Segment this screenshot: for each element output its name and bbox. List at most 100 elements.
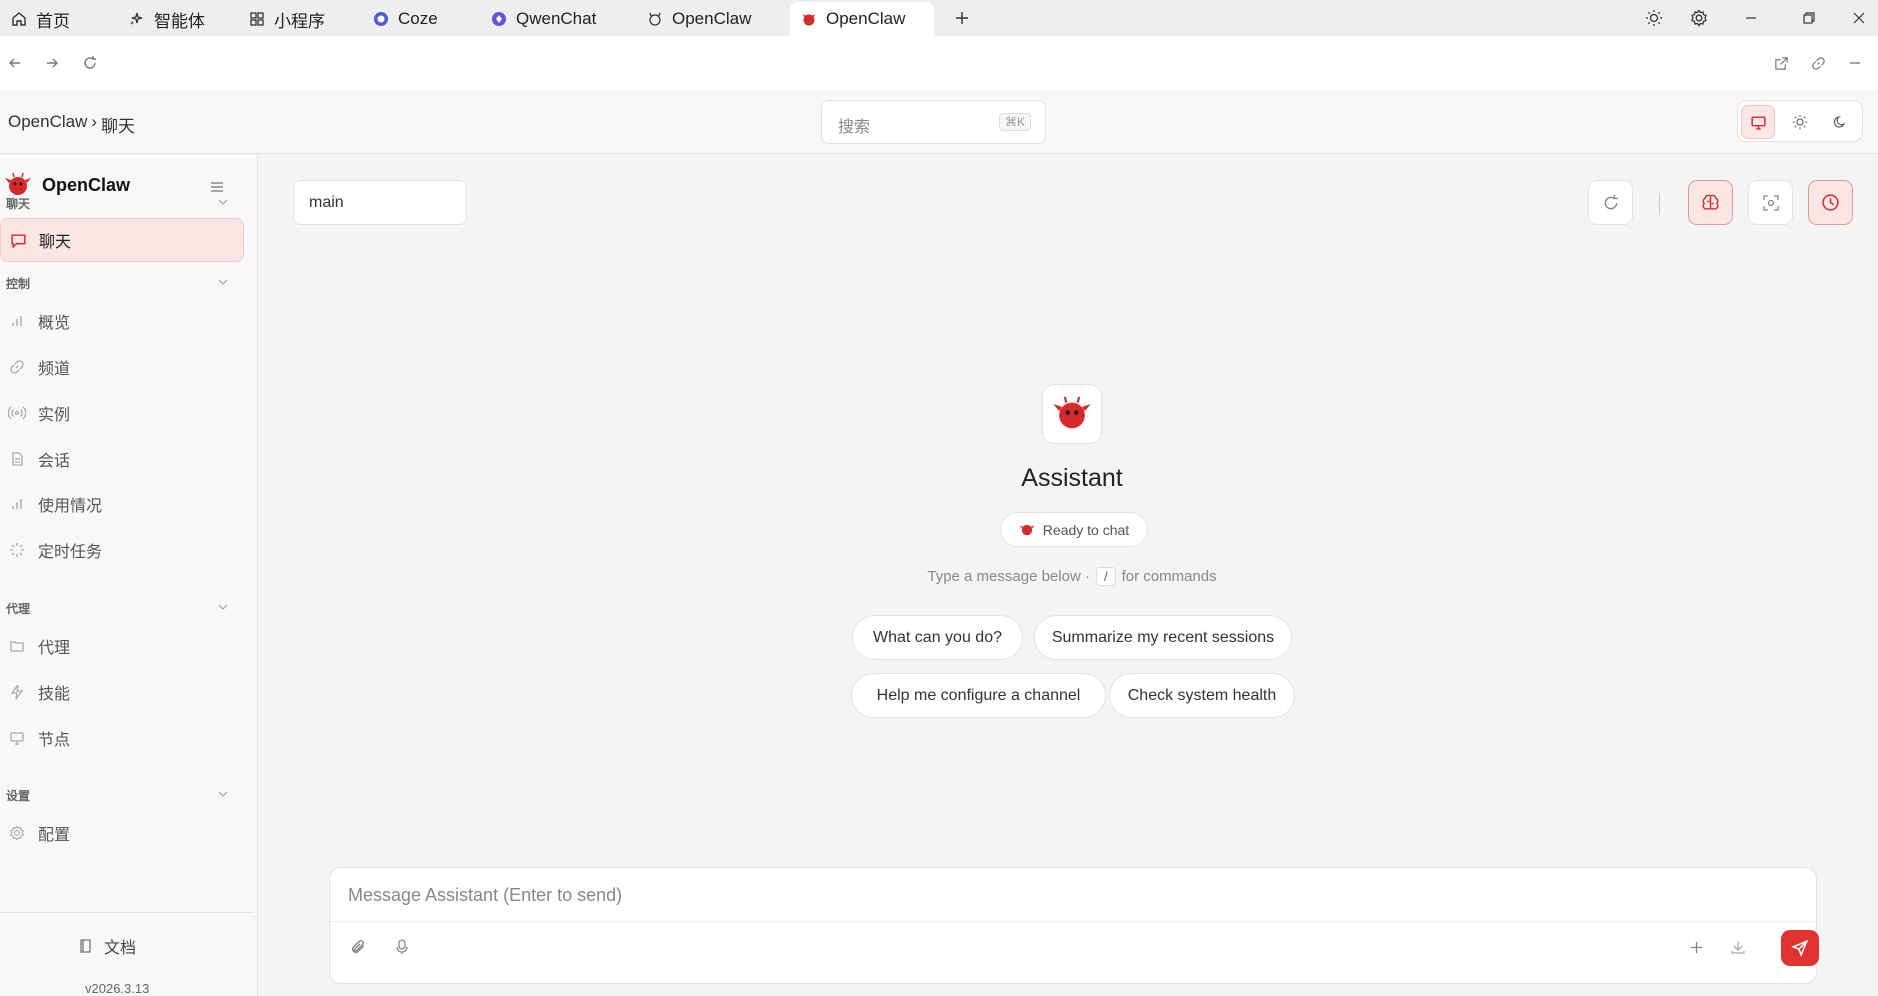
chevron-down-icon[interactable] (216, 787, 230, 801)
tab-openclaw-active[interactable]: OpenClaw (790, 2, 934, 36)
tab-label: OpenClaw (672, 9, 752, 28)
moon-icon (1833, 116, 1846, 128)
docs-link[interactable]: 文档 (78, 934, 136, 958)
send-button[interactable] (1781, 930, 1819, 966)
restore-icon (1803, 12, 1815, 24)
app-header: OpenClaw › 聊天 搜索 ⌘K (0, 90, 1878, 154)
focus-mode-button[interactable] (1748, 180, 1793, 225)
restore-window-button[interactable] (1795, 6, 1823, 30)
brain-icon (1702, 194, 1719, 210)
sidebar-item-chat[interactable]: 聊天 (0, 218, 244, 262)
hint-text-after: for commands (1121, 568, 1217, 585)
toolbar-separator (1659, 193, 1660, 215)
group-title-control[interactable]: 控制 (6, 275, 30, 292)
tab-label: OpenClaw (826, 9, 906, 28)
settings-button[interactable] (1685, 6, 1713, 30)
sidebar-item-label: 频道 (38, 361, 71, 378)
refresh-icon (1604, 194, 1618, 209)
chat-icon (9, 231, 27, 249)
reload-button[interactable] (77, 50, 103, 76)
sidebar-item-sessions[interactable]: 会话 (0, 437, 244, 481)
monitor-icon (1750, 115, 1766, 130)
suggestion-chip[interactable]: Help me configure a channel (851, 673, 1106, 718)
chevron-down-icon[interactable] (216, 600, 230, 614)
tab-home[interactable]: 首页 (0, 2, 80, 36)
sidebar-item-config[interactable]: 配置 (0, 811, 244, 855)
search-input[interactable]: 搜索 ⌘K (821, 100, 1046, 144)
tab-openclaw-1[interactable]: OpenClaw (636, 2, 761, 36)
app-name: OpenClaw (42, 174, 131, 195)
sidebar-item-label: 聊天 (39, 234, 72, 251)
coze-icon (372, 10, 390, 28)
monitor-icon (8, 729, 26, 747)
tab-label: QwenChat (516, 9, 597, 28)
sidebar-item-label: 代理 (38, 640, 71, 657)
theme-system-button[interactable] (1741, 105, 1775, 139)
sidebar-item-nodes[interactable]: 节点 (0, 716, 244, 760)
slash-key-badge: / (1095, 567, 1116, 586)
tab-agents[interactable]: 智能体 (118, 2, 215, 36)
paperclip-icon (351, 940, 365, 954)
refresh-icon (84, 56, 96, 69)
session-select[interactable]: main (293, 180, 467, 225)
breadcrumb-app[interactable]: OpenClaw (8, 112, 87, 137)
sidebar-item-channels[interactable]: 频道 (0, 345, 244, 389)
composer-divider (330, 921, 1816, 922)
download-icon (1731, 941, 1745, 954)
tab-label: Coze (398, 9, 438, 28)
sidebar-item-cron[interactable]: 定时任务 (0, 528, 244, 572)
group-title-chat[interactable]: 聊天 (6, 195, 30, 212)
assistant-name: Assistant (1021, 464, 1123, 492)
chevron-down-icon[interactable] (216, 275, 230, 289)
brightness-button[interactable] (1640, 6, 1668, 30)
theme-light-button[interactable] (1783, 105, 1817, 139)
version-label: v2026.3.13 (85, 981, 150, 996)
theme-dark-button[interactable] (1823, 105, 1857, 139)
open-external-button[interactable] (1768, 50, 1794, 76)
group-title-settings[interactable]: 设置 (6, 787, 30, 804)
send-icon (1791, 939, 1809, 957)
sidebar-item-instances[interactable]: 实例 (0, 391, 244, 435)
suggestion-chip[interactable]: Summarize my recent sessions (1034, 615, 1292, 660)
minimize-window-button[interactable] (1737, 6, 1765, 30)
suggestion-chip[interactable]: Check system health (1109, 673, 1295, 718)
refresh-chat-button[interactable] (1588, 180, 1633, 225)
new-session-button[interactable] (1681, 932, 1711, 962)
thinking-toggle-button[interactable] (1688, 180, 1733, 225)
voice-input-button[interactable] (387, 932, 417, 962)
sidebar-item-usage[interactable]: 使用情况 (0, 482, 244, 526)
book-icon (80, 939, 91, 953)
group-title-agents[interactable]: 代理 (6, 600, 30, 617)
sidebar-item-agents[interactable]: 代理 (0, 624, 244, 668)
suggestion-chip[interactable]: What can you do? (852, 615, 1023, 660)
attach-button[interactable] (343, 932, 373, 962)
sparkle-icon (128, 10, 146, 28)
tab-qwenchat[interactable]: QwenChat (480, 2, 606, 36)
back-button[interactable] (2, 50, 28, 76)
tab-miniprogram[interactable]: 小程序 (238, 2, 335, 36)
collapse-button[interactable] (1842, 50, 1868, 76)
file-icon (8, 450, 26, 468)
chat-main: main Assistant Ready to chat Type a mess… (258, 155, 1878, 996)
plus-icon (1690, 941, 1702, 953)
browser-nav-bar (0, 36, 1878, 90)
new-tab-button[interactable] (948, 6, 976, 30)
openclaw-logo-icon (1053, 396, 1091, 429)
forward-button[interactable] (39, 50, 65, 76)
hint-text-before: Type a message below · (927, 568, 1090, 585)
export-button[interactable] (1723, 932, 1753, 962)
sidebar-item-overview[interactable]: 概览 (0, 299, 244, 343)
docs-label: 文档 (104, 940, 137, 957)
history-button[interactable] (1808, 180, 1853, 225)
message-input[interactable]: Message Assistant (Enter to send) (348, 885, 622, 906)
sidebar-item-skills[interactable]: 技能 (0, 670, 244, 714)
tab-coze[interactable]: Coze (362, 2, 448, 36)
copy-link-button[interactable] (1805, 50, 1831, 76)
sidebar-item-label: 技能 (38, 686, 71, 703)
command-hint: Type a message below · / for commands (258, 567, 1878, 586)
claw-outline-icon (646, 10, 664, 28)
clock-icon (1822, 194, 1839, 211)
chevron-down-icon[interactable] (216, 195, 230, 209)
close-window-button[interactable] (1845, 6, 1873, 30)
sidebar: OpenClaw 聊天 聊天 控制 概览 频道 实例 会话 使用情况 定时任务 … (0, 155, 258, 996)
